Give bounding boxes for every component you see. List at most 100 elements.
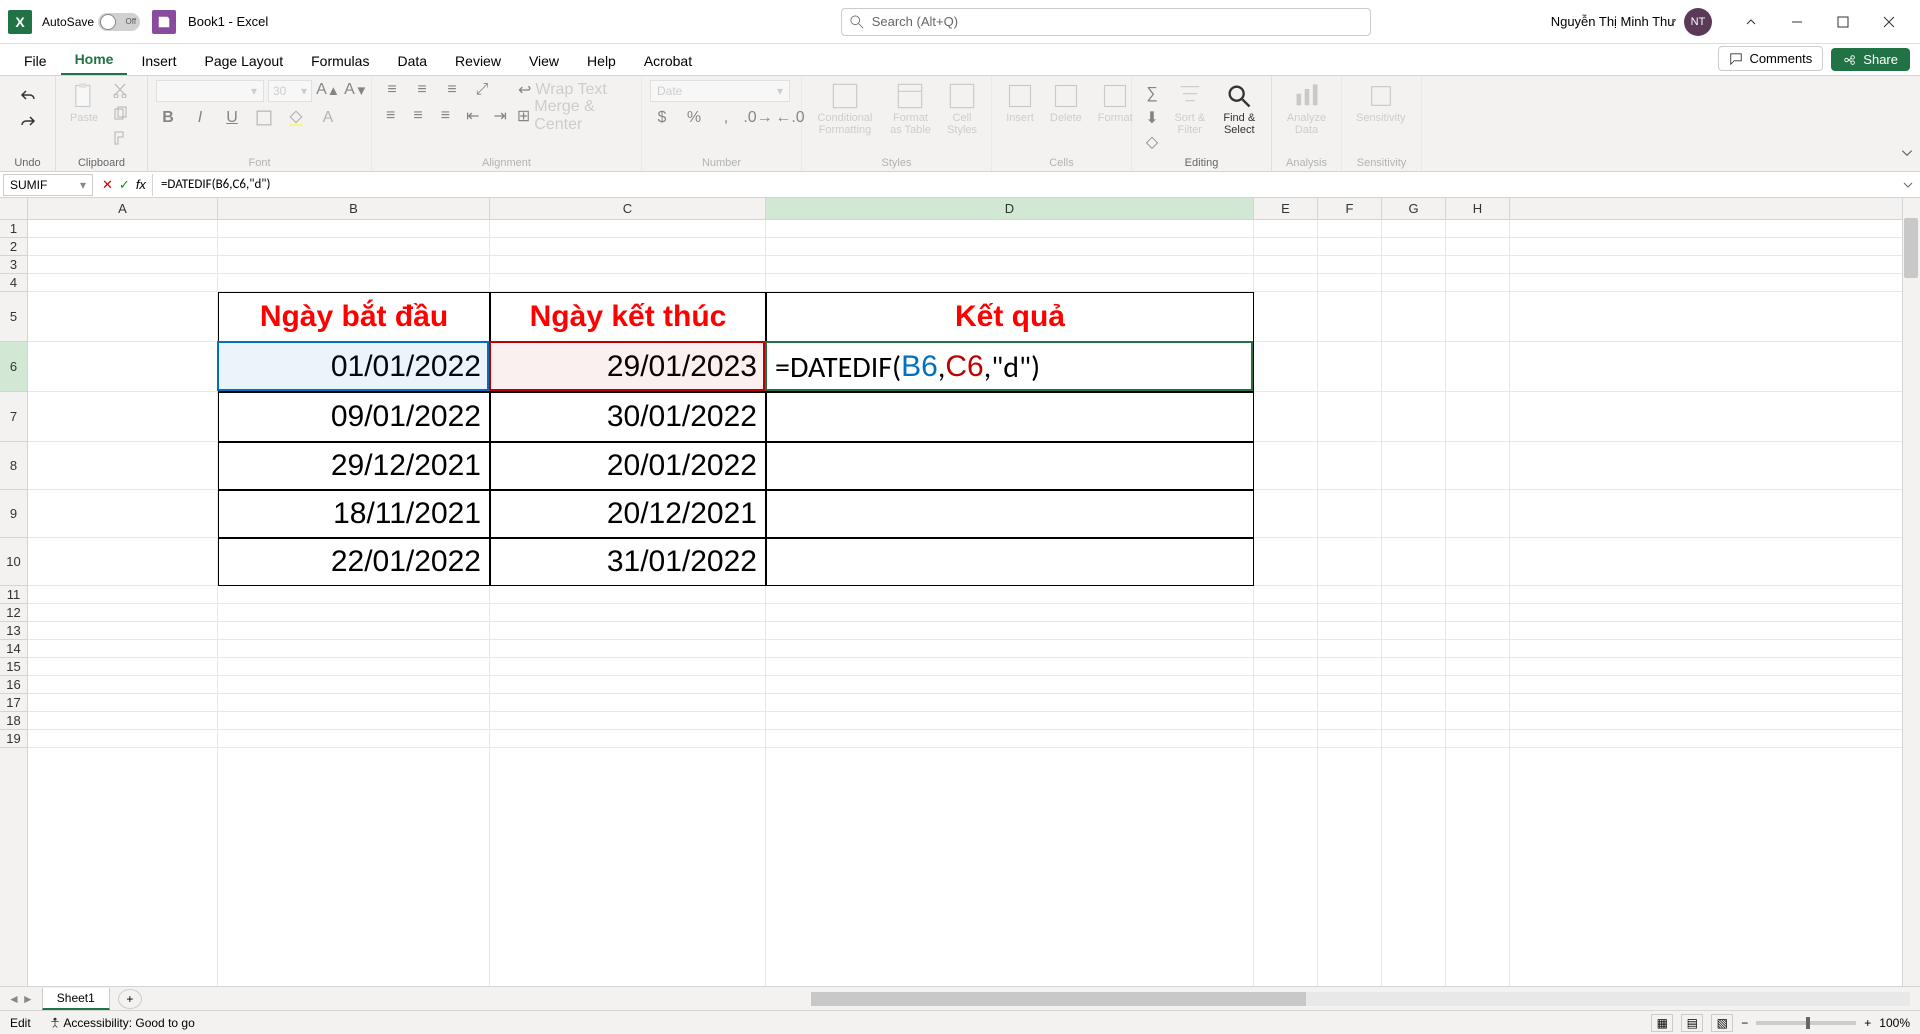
font-name-select[interactable]: ▾ <box>156 80 264 102</box>
vertical-scrollbar[interactable] <box>1902 198 1920 986</box>
merge-center-button[interactable]: ⊞Merge & Center <box>517 106 633 126</box>
fill-color-button[interactable] <box>284 108 308 128</box>
find-select-button[interactable]: Find & Select <box>1216 80 1263 138</box>
cell-D8[interactable] <box>766 442 1254 490</box>
zoom-level[interactable]: 100% <box>1879 1016 1910 1030</box>
increase-font-button[interactable]: A▲ <box>316 80 340 100</box>
sheet-tab-sheet1[interactable]: Sheet1 <box>42 988 110 1010</box>
row-header-15[interactable]: 15 <box>0 658 27 676</box>
tab-page-layout[interactable]: Page Layout <box>190 47 297 75</box>
save-icon[interactable] <box>152 10 176 34</box>
accounting-format-button[interactable]: $ <box>650 108 674 128</box>
row-header-8[interactable]: 8 <box>0 442 27 490</box>
ribbon-display-icon[interactable] <box>1728 6 1774 38</box>
row-header-17[interactable]: 17 <box>0 694 27 712</box>
font-size-select[interactable]: 30▾ <box>268 80 312 102</box>
align-center-button[interactable]: ≡ <box>407 106 428 126</box>
increase-indent-button[interactable]: ⇥ <box>490 106 511 126</box>
cell-C9[interactable]: 20/12/2021 <box>490 490 766 538</box>
tab-file[interactable]: File <box>10 47 61 75</box>
search-input[interactable]: Search (Alt+Q) <box>841 8 1371 36</box>
page-layout-view-button[interactable]: ▤ <box>1681 1014 1703 1032</box>
decrease-font-button[interactable]: A▼ <box>344 80 368 100</box>
cell-D5[interactable]: Kết quả <box>766 292 1254 342</box>
cell-D7[interactable] <box>766 392 1254 442</box>
tab-data[interactable]: Data <box>383 47 441 75</box>
font-color-button[interactable]: A <box>316 108 340 128</box>
row-header-6[interactable]: 6 <box>0 342 27 392</box>
decrease-decimal-button[interactable]: ←.0 <box>778 108 802 128</box>
cell-D6[interactable]: =DATEDIF(B6,C6,"d") <box>766 342 1254 392</box>
column-header-B[interactable]: B <box>218 198 490 219</box>
column-header-G[interactable]: G <box>1382 198 1446 219</box>
wrap-text-button[interactable]: ↩Wrap Text <box>518 80 607 100</box>
redo-button[interactable] <box>16 112 40 132</box>
paste-button[interactable]: Paste <box>64 80 104 126</box>
italic-button[interactable]: I <box>188 108 212 128</box>
horizontal-scroll-thumb[interactable] <box>811 992 1305 1006</box>
sort-filter-button[interactable]: Sort & Filter <box>1168 80 1212 138</box>
undo-button[interactable] <box>16 86 40 106</box>
column-header-F[interactable]: F <box>1318 198 1382 219</box>
column-header-C[interactable]: C <box>490 198 766 219</box>
cancel-formula-button[interactable]: ✕ <box>102 177 113 193</box>
cell-C6[interactable]: 29/01/2023 <box>490 342 766 392</box>
status-accessibility[interactable]: Accessibility: Good to go <box>49 1016 195 1030</box>
sheet-nav-prev[interactable]: ◄ <box>8 992 20 1006</box>
fill-button[interactable]: ⬇ <box>1140 108 1164 128</box>
row-header-5[interactable]: 5 <box>0 292 27 342</box>
cell-styles-button[interactable]: Cell Styles <box>941 80 983 138</box>
analyze-data-button[interactable]: Analyze Data <box>1280 80 1333 138</box>
sensitivity-button[interactable]: Sensitivity <box>1350 80 1412 126</box>
name-box[interactable]: SUMIF▾ <box>3 174 93 196</box>
cell-B7[interactable]: 09/01/2022 <box>218 392 490 442</box>
row-header-11[interactable]: 11 <box>0 586 27 604</box>
decrease-indent-button[interactable]: ⇤ <box>462 106 483 126</box>
border-button[interactable] <box>252 108 276 128</box>
conditional-formatting-button[interactable]: Conditional Formatting <box>810 80 880 138</box>
autosave-toggle[interactable]: Off <box>98 13 140 31</box>
cell-C8[interactable]: 20/01/2022 <box>490 442 766 490</box>
format-cells-button[interactable]: Format <box>1092 80 1139 126</box>
orientation-button[interactable]: ⤢ <box>470 80 494 100</box>
number-format-select[interactable]: Date▾ <box>650 80 790 102</box>
row-header-2[interactable]: 2 <box>0 238 27 256</box>
format-painter-button[interactable] <box>108 128 132 148</box>
column-header-A[interactable]: A <box>28 198 218 219</box>
row-header-16[interactable]: 16 <box>0 676 27 694</box>
cell-C10[interactable]: 31/01/2022 <box>490 538 766 586</box>
row-header-12[interactable]: 12 <box>0 604 27 622</box>
row-header-4[interactable]: 4 <box>0 274 27 292</box>
collapse-ribbon-icon[interactable] <box>1900 146 1914 165</box>
row-header-13[interactable]: 13 <box>0 622 27 640</box>
comments-button[interactable]: Comments <box>1718 46 1823 71</box>
vertical-scroll-thumb[interactable] <box>1904 218 1918 278</box>
formula-input[interactable]: =DATEDIF(B6,C6,"d") <box>153 177 1896 192</box>
row-header-1[interactable]: 1 <box>0 220 27 238</box>
new-sheet-button[interactable]: + <box>118 989 142 1009</box>
normal-view-button[interactable]: ▦ <box>1651 1014 1673 1032</box>
zoom-out-button[interactable]: − <box>1741 1016 1748 1030</box>
row-header-9[interactable]: 9 <box>0 490 27 538</box>
close-icon[interactable] <box>1866 6 1912 38</box>
tab-home[interactable]: Home <box>61 45 128 75</box>
cell-D10[interactable] <box>766 538 1254 586</box>
cell-D9[interactable] <box>766 490 1254 538</box>
tab-insert[interactable]: Insert <box>127 47 190 75</box>
cells-area[interactable]: Ngày bắt đầuNgày kết thúcKết quả01/01/20… <box>28 220 1902 986</box>
minimize-icon[interactable] <box>1774 6 1820 38</box>
percent-format-button[interactable]: % <box>682 108 706 128</box>
align-bottom-button[interactable]: ≡ <box>440 80 464 100</box>
cell-B6[interactable]: 01/01/2022 <box>218 342 490 392</box>
cell-C5[interactable]: Ngày kết thúc <box>490 292 766 342</box>
insert-function-button[interactable]: fx <box>136 177 146 192</box>
column-header-H[interactable]: H <box>1446 198 1510 219</box>
underline-button[interactable]: U <box>220 108 244 128</box>
align-middle-button[interactable]: ≡ <box>410 80 434 100</box>
sheet-nav-next[interactable]: ► <box>22 992 34 1006</box>
column-header-E[interactable]: E <box>1254 198 1318 219</box>
row-header-18[interactable]: 18 <box>0 712 27 730</box>
row-header-14[interactable]: 14 <box>0 640 27 658</box>
row-header-19[interactable]: 19 <box>0 730 27 748</box>
delete-cells-button[interactable]: Delete <box>1044 80 1088 126</box>
